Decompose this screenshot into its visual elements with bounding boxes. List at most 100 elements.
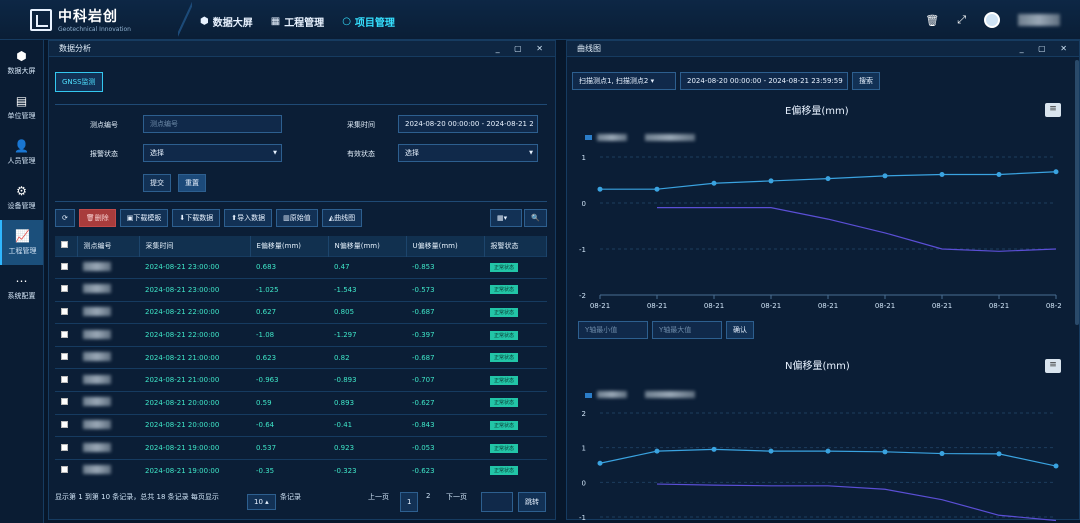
valid-status-select[interactable]: 选择 ▼ <box>398 144 538 162</box>
menu-icon[interactable]: ≡ <box>1045 359 1061 373</box>
sidebar-item-settings[interactable]: ⋯ 系统配置 <box>0 265 43 310</box>
row-select-cell[interactable] <box>55 391 77 415</box>
select-all-cell[interactable] <box>55 236 78 256</box>
delete-button[interactable]: 🗑删除 <box>78 209 116 227</box>
time-range-input[interactable]: 2024-08-20 00:00:00 - 2024-08-21 2 <box>398 115 538 133</box>
table-row[interactable]: 2024-08-21 21:00:00 -0.963 -0.893 -0.707 正常状… <box>55 368 547 392</box>
legend-label-blurred[interactable] <box>597 134 627 141</box>
next-page-link[interactable]: 下一页 <box>446 492 467 502</box>
x-tick-label: 08-21 <box>989 302 1009 310</box>
refresh-button[interactable]: ⟳ <box>55 209 75 227</box>
sidebar-item-data-screen[interactable]: ⬢ 数据大屏 <box>0 40 43 85</box>
alarm-status-select[interactable]: 选择 ▼ <box>143 144 282 162</box>
table-row[interactable]: 2024-08-21 22:00:00 0.627 0.805 -0.687 正常状态 <box>55 300 547 324</box>
point-id-input[interactable]: 测点编号 <box>143 115 282 133</box>
chart-search-button[interactable]: 搜索 <box>852 72 880 90</box>
jump-button[interactable]: 跳转 <box>518 492 546 512</box>
row-select-cell[interactable] <box>55 436 77 460</box>
menu-icon[interactable]: ≡ <box>1045 103 1061 117</box>
e-offset-cell: -1.08 <box>250 323 328 347</box>
page-1-button[interactable]: 1 <box>400 492 419 512</box>
select-all-checkbox[interactable] <box>61 241 68 249</box>
row-checkbox[interactable] <box>61 375 68 383</box>
chart-time-range-input[interactable]: 2024-08-20 00:00:00 - 2024-08-21 23:59:5… <box>680 72 848 90</box>
person-icon: 👤 <box>14 139 29 153</box>
row-checkbox[interactable] <box>61 353 68 361</box>
column-header[interactable]: E偏移量(mm) <box>250 236 329 256</box>
download-data-button[interactable]: ⬇下载数据 <box>172 209 221 227</box>
download-template-button[interactable]: ▣下载模板 <box>119 209 169 227</box>
table-row[interactable]: 2024-08-21 23:00:00 -1.025 -1.543 -0.573 正常状… <box>55 278 547 302</box>
row-select-cell[interactable] <box>55 300 77 324</box>
table-row[interactable]: 2024-08-21 19:00:00 0.537 0.923 -0.053 正常状态 <box>55 436 547 460</box>
window-controls-icon[interactable]: _ ▢ ✕ <box>1020 41 1073 57</box>
row-checkbox[interactable] <box>61 307 68 315</box>
search-button[interactable]: 🔍 <box>524 209 547 227</box>
submit-button[interactable]: 提交 <box>143 174 171 192</box>
raw-value-button[interactable]: ▥原始值 <box>276 209 318 227</box>
column-header[interactable]: U偏移量(mm) <box>406 236 485 256</box>
column-header[interactable]: 测点编号 <box>77 236 140 256</box>
row-checkbox[interactable] <box>61 398 68 406</box>
table-row[interactable]: 2024-08-21 21:00:00 0.623 0.82 -0.687 正常状态 <box>55 345 547 369</box>
avatar[interactable] <box>984 12 1000 28</box>
window-controls-icon[interactable]: _ ▢ ✕ <box>496 41 549 57</box>
nav-data-screen[interactable]: ⬢ 数据大屏 <box>200 14 253 29</box>
page-size-select[interactable]: 10 ▴ <box>247 494 276 510</box>
row-checkbox[interactable] <box>61 262 68 270</box>
row-select-cell[interactable] <box>55 368 77 392</box>
data-point <box>1053 169 1059 175</box>
row-select-cell[interactable] <box>55 345 77 369</box>
nav-project-engineering[interactable]: ▦ 工程管理 <box>271 14 324 29</box>
curve-chart-button[interactable]: ◭曲线图 <box>321 209 363 227</box>
trash-icon[interactable]: 🗑 <box>925 14 939 27</box>
table-row[interactable]: 2024-08-21 22:00:00 -1.08 -1.297 -0.397 正常状态 <box>55 323 547 347</box>
table-row[interactable]: 2024-08-21 19:00:00 -0.35 -0.323 -0.623 正常状态 <box>55 458 547 482</box>
sidebar-item-devices[interactable]: ⚙ 设备管理 <box>0 175 43 220</box>
columns-toggle-button[interactable]: ▦▾ <box>490 209 522 227</box>
y-max-input[interactable]: Y轴最大值 <box>652 321 722 339</box>
row-checkbox[interactable] <box>61 420 68 428</box>
legend-label-blurred[interactable] <box>597 391 627 398</box>
scrollbar[interactable] <box>1075 60 1079 325</box>
nav-project-management[interactable]: ○ 项目管理 <box>342 14 395 29</box>
row-select-cell[interactable] <box>55 413 77 437</box>
row-checkbox[interactable] <box>61 443 68 451</box>
alarm-status-cell: 正常状态 <box>484 413 547 437</box>
reset-button[interactable]: 重置 <box>178 174 206 192</box>
table-row[interactable]: 2024-08-21 23:00:00 0.683 0.47 -0.853 正常状态 <box>55 255 547 279</box>
alarm-status-cell: 正常状态 <box>484 345 547 369</box>
chevron-down-icon: ▼ <box>273 150 277 156</box>
table-row[interactable]: 2024-08-21 20:00:00 -0.64 -0.41 -0.843 正常状态 <box>55 413 547 437</box>
u-offset-cell: -0.707 <box>406 368 484 392</box>
row-select-cell[interactable] <box>55 458 77 482</box>
points-select[interactable]: 扫描测点1, 扫描测点2 ▾ <box>572 72 676 90</box>
jump-page-input[interactable] <box>481 492 513 512</box>
row-select-cell[interactable] <box>55 255 77 279</box>
y-min-input[interactable]: Y轴最小值 <box>578 321 648 339</box>
column-header[interactable]: 报警状态 <box>484 236 547 256</box>
legend-label-blurred[interactable] <box>645 391 695 398</box>
row-select-cell[interactable] <box>55 323 77 347</box>
row-select-cell[interactable] <box>55 278 77 302</box>
x-tick-label: 08-21 <box>818 302 838 310</box>
user-name-blurred[interactable] <box>1018 14 1060 26</box>
sidebar-item-engineering[interactable]: 📈 工程管理 <box>0 220 43 265</box>
fullscreen-icon[interactable]: ⤢ <box>957 13 966 27</box>
row-checkbox[interactable] <box>61 285 68 293</box>
row-checkbox[interactable] <box>61 466 68 474</box>
page-2-link[interactable]: 2 <box>426 492 430 500</box>
column-header[interactable]: 采集时间 <box>139 236 251 256</box>
tab-gnss[interactable]: GNSS监测 <box>55 72 103 92</box>
column-header[interactable]: N偏移量(mm) <box>328 236 407 256</box>
table-row[interactable]: 2024-08-21 20:00:00 0.59 0.893 -0.627 正常状态 <box>55 391 547 415</box>
point-id-cell <box>77 278 139 302</box>
legend-label-blurred[interactable] <box>645 134 695 141</box>
import-data-button[interactable]: ⬆导入数据 <box>224 209 273 227</box>
prev-page-link[interactable]: 上一页 <box>368 492 389 502</box>
sidebar-item-units[interactable]: ▤ 单位管理 <box>0 85 43 130</box>
e-offset-cell: 0.683 <box>250 255 328 279</box>
row-checkbox[interactable] <box>61 330 68 338</box>
confirm-button[interactable]: 确认 <box>726 321 754 339</box>
sidebar-item-people[interactable]: 👤 人员管理 <box>0 130 43 175</box>
